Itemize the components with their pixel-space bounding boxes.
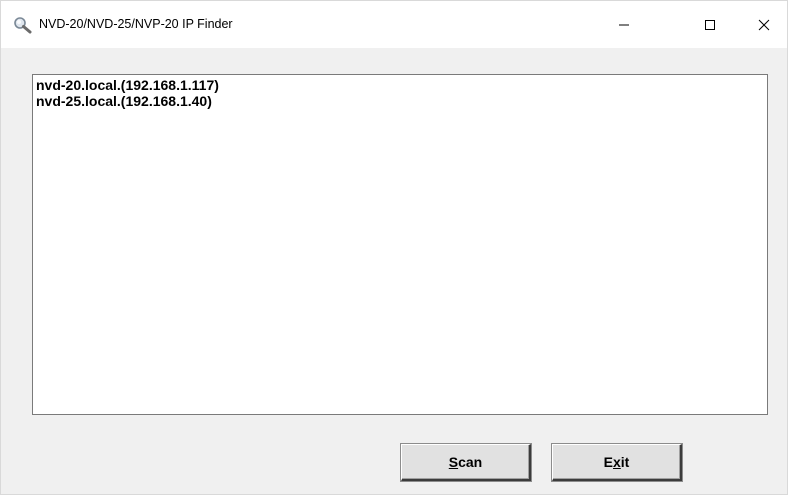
exit-label-prefix: E: [603, 454, 613, 470]
magnifier-icon: [13, 16, 33, 34]
list-item[interactable]: nvd-20.local.(192.168.1.117): [36, 77, 764, 93]
window-title: NVD-20/NVD-25/NVP-20 IP Finder: [39, 17, 233, 31]
scan-mnemonic: S: [448, 454, 459, 470]
device-listbox[interactable]: nvd-20.local.(192.168.1.117) nvd-25.loca…: [32, 74, 768, 415]
minimize-button[interactable]: [601, 1, 647, 48]
scan-label-suffix: can: [458, 454, 483, 470]
exit-label-suffix: it: [620, 454, 630, 470]
maximize-button[interactable]: [687, 1, 733, 48]
title-bar[interactable]: NVD-20/NVD-25/NVP-20 IP Finder: [1, 1, 787, 48]
app-window: NVD-20/NVD-25/NVP-20 IP Finder nvd-20.lo…: [0, 0, 788, 495]
maximize-icon: [704, 19, 716, 31]
scan-button[interactable]: Scan: [400, 443, 532, 482]
close-icon: [758, 19, 770, 31]
exit-mnemonic: x: [612, 454, 621, 470]
close-button[interactable]: [741, 1, 787, 48]
minimize-icon: [618, 19, 630, 31]
list-item[interactable]: nvd-25.local.(192.168.1.40): [36, 93, 764, 109]
exit-button[interactable]: Ex it: [551, 443, 683, 482]
